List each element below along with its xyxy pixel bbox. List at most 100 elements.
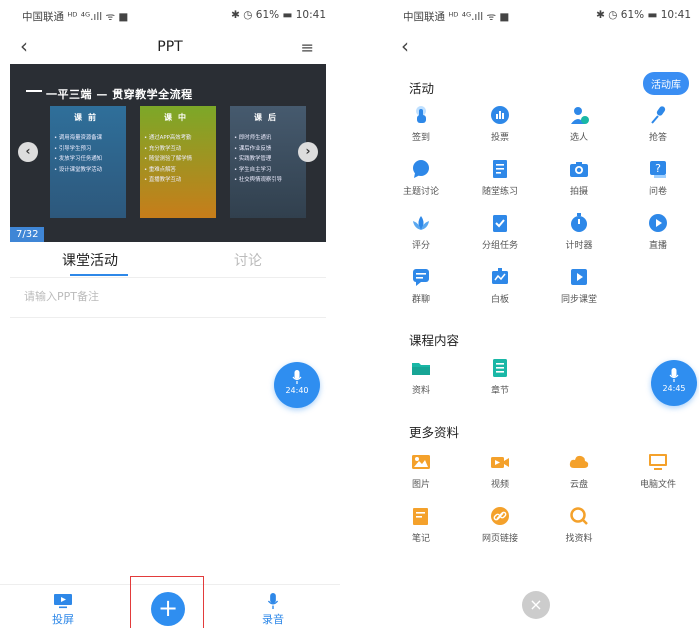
grid-item-chapter-list[interactable]: 章节 (470, 358, 530, 396)
system-info: ✱ ◷ 61% ▬ 10:41 (596, 9, 691, 21)
tab-class-activity[interactable]: 课堂活动 (62, 250, 118, 270)
grid-item-label: 计时器 (565, 241, 593, 251)
grid-item-monitor[interactable]: 电脑文件 (628, 452, 688, 490)
microphone-icon (267, 593, 279, 609)
grid-item-document-list[interactable]: 随堂练习 (470, 159, 530, 197)
microphone-icon (651, 106, 666, 124)
grid-item-label: 找资料 (565, 534, 593, 544)
status-bar: 中国联通 ᴴᴰ ⁴ᴳ.ıll ᯤ ■ ✱ ◷ 61% ▬ 10:41 (0, 0, 340, 30)
message-icon (413, 269, 429, 286)
section-activity-title: 活动 (409, 81, 435, 96)
grid-item-bar-chart[interactable]: 投票 (470, 105, 530, 143)
title-rule (26, 90, 42, 92)
grid-item-label: 电脑文件 (639, 480, 676, 490)
activity-library-button[interactable]: 活动库 (643, 72, 689, 95)
note-icon (413, 508, 428, 525)
grid-item-label: 抢答 (648, 133, 667, 143)
grid-item-message[interactable]: 群聊 (391, 267, 451, 305)
tab-discussion[interactable]: 讨论 (234, 250, 262, 270)
grid-item-lotus[interactable]: 评分 (391, 213, 451, 251)
status-bar: 中国联通 ᴴᴰ ⁴ᴳ.ıll ᯤ ■ ✱ ◷ 61% ▬ 10:41 (389, 0, 699, 30)
grid-item-stopwatch[interactable]: 计时器 (549, 213, 609, 251)
nav-bar: ‹ PPT ≡ (0, 30, 340, 64)
column-item: • 充分教学互动 (144, 145, 182, 152)
search-icon (570, 507, 588, 525)
grid-item-label: 投票 (490, 133, 509, 143)
grid-item-microphone[interactable]: 抢答 (628, 105, 688, 143)
bar-chart-icon (491, 106, 509, 124)
play-square-icon (571, 269, 587, 285)
grid-item-video[interactable]: 视频 (470, 452, 530, 490)
grid-item-image[interactable]: 图片 (391, 452, 451, 490)
grid-item-label: 章节 (490, 386, 509, 396)
menu-icon[interactable]: ≡ (301, 38, 314, 57)
record-button[interactable]: 录音 (248, 593, 298, 627)
grid-item-label: 图片 (411, 480, 430, 490)
folder-icon (412, 363, 430, 375)
column-item: • 发放学习任务通知 (54, 156, 103, 162)
grid-item-person-check[interactable]: 选人 (549, 105, 609, 143)
grid-item-whiteboard[interactable]: 白板 (470, 267, 530, 305)
stopwatch-icon (571, 213, 587, 232)
column-item: • 随堂测验了解学情 (144, 156, 193, 162)
ppt-slide[interactable]: 一平三端 — 贯穿教学全流程 课前 • 调用海量资源备课 • 引导学生预习 • … (10, 64, 326, 242)
image-icon (412, 455, 430, 469)
back-icon[interactable]: ‹ (401, 34, 409, 58)
cast-screen-button[interactable]: 投屏 (38, 593, 88, 627)
tab-bar: 课堂活动 讨论 (10, 242, 326, 278)
column-heading: 课前 (74, 113, 102, 122)
grid-item-chat-bubble[interactable]: 主题讨论 (391, 159, 451, 197)
grid-item-play-square[interactable]: 同步课堂 (549, 267, 609, 305)
column-item: • 课后作业反馈 (234, 145, 272, 152)
grid-item-label: 拍摄 (569, 187, 588, 197)
grid-item-label: 评分 (411, 241, 430, 251)
grid-item-note[interactable]: 笔记 (391, 506, 451, 544)
column-item: • 重难点解答 (144, 166, 176, 173)
whiteboard-icon (492, 268, 508, 284)
grid-item-question[interactable]: ? 问卷 (628, 159, 688, 197)
section-content-title: 课程内容 (409, 333, 460, 348)
grid-item-label: 同步课堂 (560, 295, 597, 305)
question-icon: ? (650, 161, 666, 178)
voice-record-bubble[interactable]: 24:45 (651, 360, 697, 406)
prev-slide-icon[interactable]: ‹ (18, 142, 38, 162)
record-label: 录音 (262, 613, 284, 626)
grid-item-cloud[interactable]: 云盘 (549, 452, 609, 490)
record-timer: 24:40 (285, 386, 309, 395)
ppt-notes (10, 282, 326, 318)
slide-page-indicator: 7/32 (10, 227, 45, 242)
slide-column-after: 课后 • 即时师生通讯 • 课后作业反馈 • 实践教学管理 • 学生自主学习 •… (230, 106, 306, 218)
task-check-icon (493, 215, 507, 232)
grid-item-folder[interactable]: 资料 (391, 358, 451, 396)
grid-item-label: 云盘 (569, 480, 588, 490)
video-icon (491, 457, 509, 468)
grid-item-hand-tap[interactable]: 签到 (391, 105, 451, 143)
cloud-icon (569, 455, 589, 468)
svg-text:?: ? (655, 162, 661, 175)
grid-item-camera[interactable]: 拍摄 (549, 159, 609, 197)
column-heading: 课中 (164, 113, 192, 122)
grid-item-link[interactable]: 网页链接 (470, 506, 530, 544)
nav-bar: ‹ (389, 30, 699, 64)
add-activity-button[interactable]: + (151, 592, 185, 626)
grid-item-task-check[interactable]: 分组任务 (470, 213, 530, 251)
hand-tap-icon (416, 106, 426, 123)
column-item: • 实践教学管理 (234, 156, 272, 162)
next-slide-icon[interactable]: › (298, 142, 318, 162)
grid-item-label: 视频 (490, 480, 509, 490)
screen-cast-icon (54, 594, 72, 609)
grid-item-play-circle[interactable]: 直播 (628, 213, 688, 251)
column-item: • 引导学生预习 (54, 145, 92, 152)
chat-bubble-icon (413, 160, 429, 178)
carrier-info: 中国联通 ᴴᴰ ⁴ᴳ.ıll ᯤ ■ (403, 11, 510, 23)
voice-record-bubble[interactable]: 24:40 (274, 362, 320, 408)
carrier-info: 中国联通 ᴴᴰ ⁴ᴳ.ıll ᯤ ■ (22, 11, 129, 23)
close-button[interactable]: × (522, 591, 550, 619)
ppt-notes-input[interactable] (24, 290, 324, 303)
column-item: • 学生自主学习 (234, 166, 272, 173)
document-list-icon (493, 160, 507, 178)
microphone-icon (669, 368, 679, 382)
grid-item-label: 随堂练习 (481, 187, 518, 197)
column-item: • 通过APP高效考勤 (144, 135, 192, 141)
grid-item-search[interactable]: 找资料 (549, 506, 609, 544)
